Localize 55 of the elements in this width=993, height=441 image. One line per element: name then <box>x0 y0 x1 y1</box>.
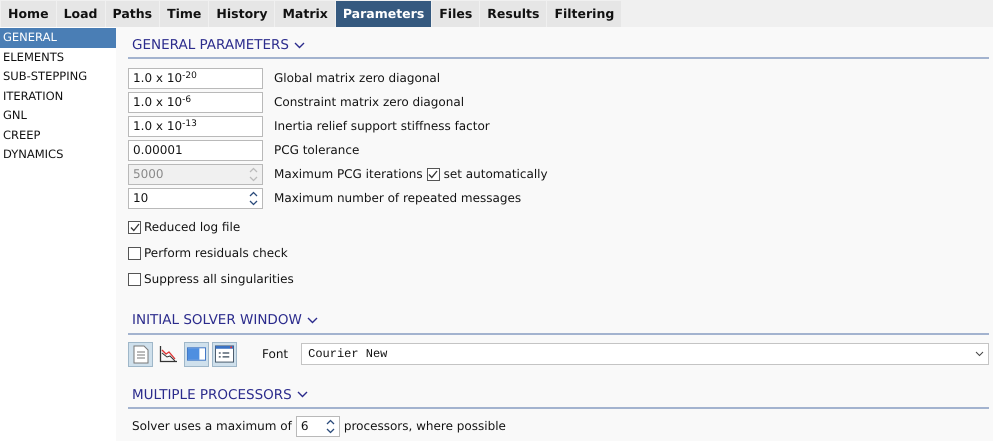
field-label: Constraint matrix zero diagonal <box>274 94 464 112</box>
checkbox-label: set automatically <box>444 166 548 184</box>
toolbar-toggle[interactable] <box>184 342 209 366</box>
field-label: Inertia relief support stiffness factor <box>274 118 490 136</box>
spinner-arrows-icon[interactable] <box>249 190 258 206</box>
checkbox[interactable] <box>128 220 141 234</box>
processors-label: Solver uses a maximum of <box>132 418 292 436</box>
input-field[interactable]: 0.00001 <box>128 140 263 161</box>
spin-field[interactable]: 10 <box>128 188 263 209</box>
field-label: Maximum number of repeated messages <box>274 190 522 208</box>
field-label: Maximum PCG iterations <box>274 166 423 184</box>
tab[interactable]: Filtering <box>547 1 622 27</box>
sidebar-item[interactable]: ELEMENTS <box>0 48 116 67</box>
panel-icon <box>187 347 206 361</box>
section-heading: MULTIPLE PROCESSORS <box>132 386 292 404</box>
list-window-icon <box>215 345 234 363</box>
input-field[interactable]: 1.0 x 10$^{-20}$ <box>128 68 263 89</box>
document-icon <box>132 344 148 364</box>
tab[interactable]: Home <box>1 1 56 27</box>
processors-label: processors, where possible <box>344 418 506 436</box>
checkbox[interactable] <box>128 246 141 260</box>
sidebar-item[interactable]: GNL <box>0 106 116 126</box>
sidebar-item[interactable]: DYNAMICS <box>0 145 116 164</box>
font-dropdown[interactable]: Courier New <box>301 343 989 365</box>
sidebar-item[interactable]: SUB-STEPPING <box>0 67 116 86</box>
tab[interactable]: History <box>209 1 274 27</box>
spinner-arrows-icon[interactable] <box>326 418 335 434</box>
sidebar-item[interactable]: ITERATION <box>0 86 116 106</box>
checkbox-label: Suppress all singularities <box>144 271 294 288</box>
tab[interactable]: Time <box>160 1 208 27</box>
checkbox-label: Reduced log file <box>144 219 240 236</box>
tab[interactable]: Paths <box>106 1 160 27</box>
chevron-icon[interactable] <box>306 316 318 324</box>
tab[interactable]: Files <box>432 1 480 27</box>
chevron-icon[interactable] <box>294 42 305 49</box>
section-heading: GENERAL PARAMETERS <box>132 36 289 55</box>
sidebar-item[interactable]: GENERAL <box>0 28 116 48</box>
tab[interactable]: Load <box>56 1 104 27</box>
tab[interactable]: Results <box>480 1 546 27</box>
input-field[interactable]: 1.0 x 10$^{-6}$ <box>128 92 263 113</box>
chart-icon <box>159 345 178 363</box>
chevron-icon[interactable] <box>296 391 308 398</box>
checkbox[interactable] <box>128 272 141 286</box>
field-label: Global matrix zero diagonal <box>274 70 440 88</box>
toolbar-toggle[interactable] <box>212 342 237 366</box>
spin-field[interactable]: 6 <box>296 416 340 437</box>
font-label: Font <box>262 346 288 363</box>
checkbox-label: Perform residuals check <box>144 245 288 262</box>
tab[interactable]: Matrix <box>275 1 335 27</box>
section-heading: INITIAL SOLVER WINDOW <box>132 311 302 330</box>
sidebar-item[interactable]: CREEP <box>0 126 116 145</box>
tab[interactable]: Parameters <box>336 1 432 27</box>
field-label: PCG tolerance <box>274 142 360 160</box>
toolbar-toggle[interactable] <box>128 342 153 366</box>
input-field[interactable]: 1.0 x 10$^{-13}$ <box>128 116 263 137</box>
